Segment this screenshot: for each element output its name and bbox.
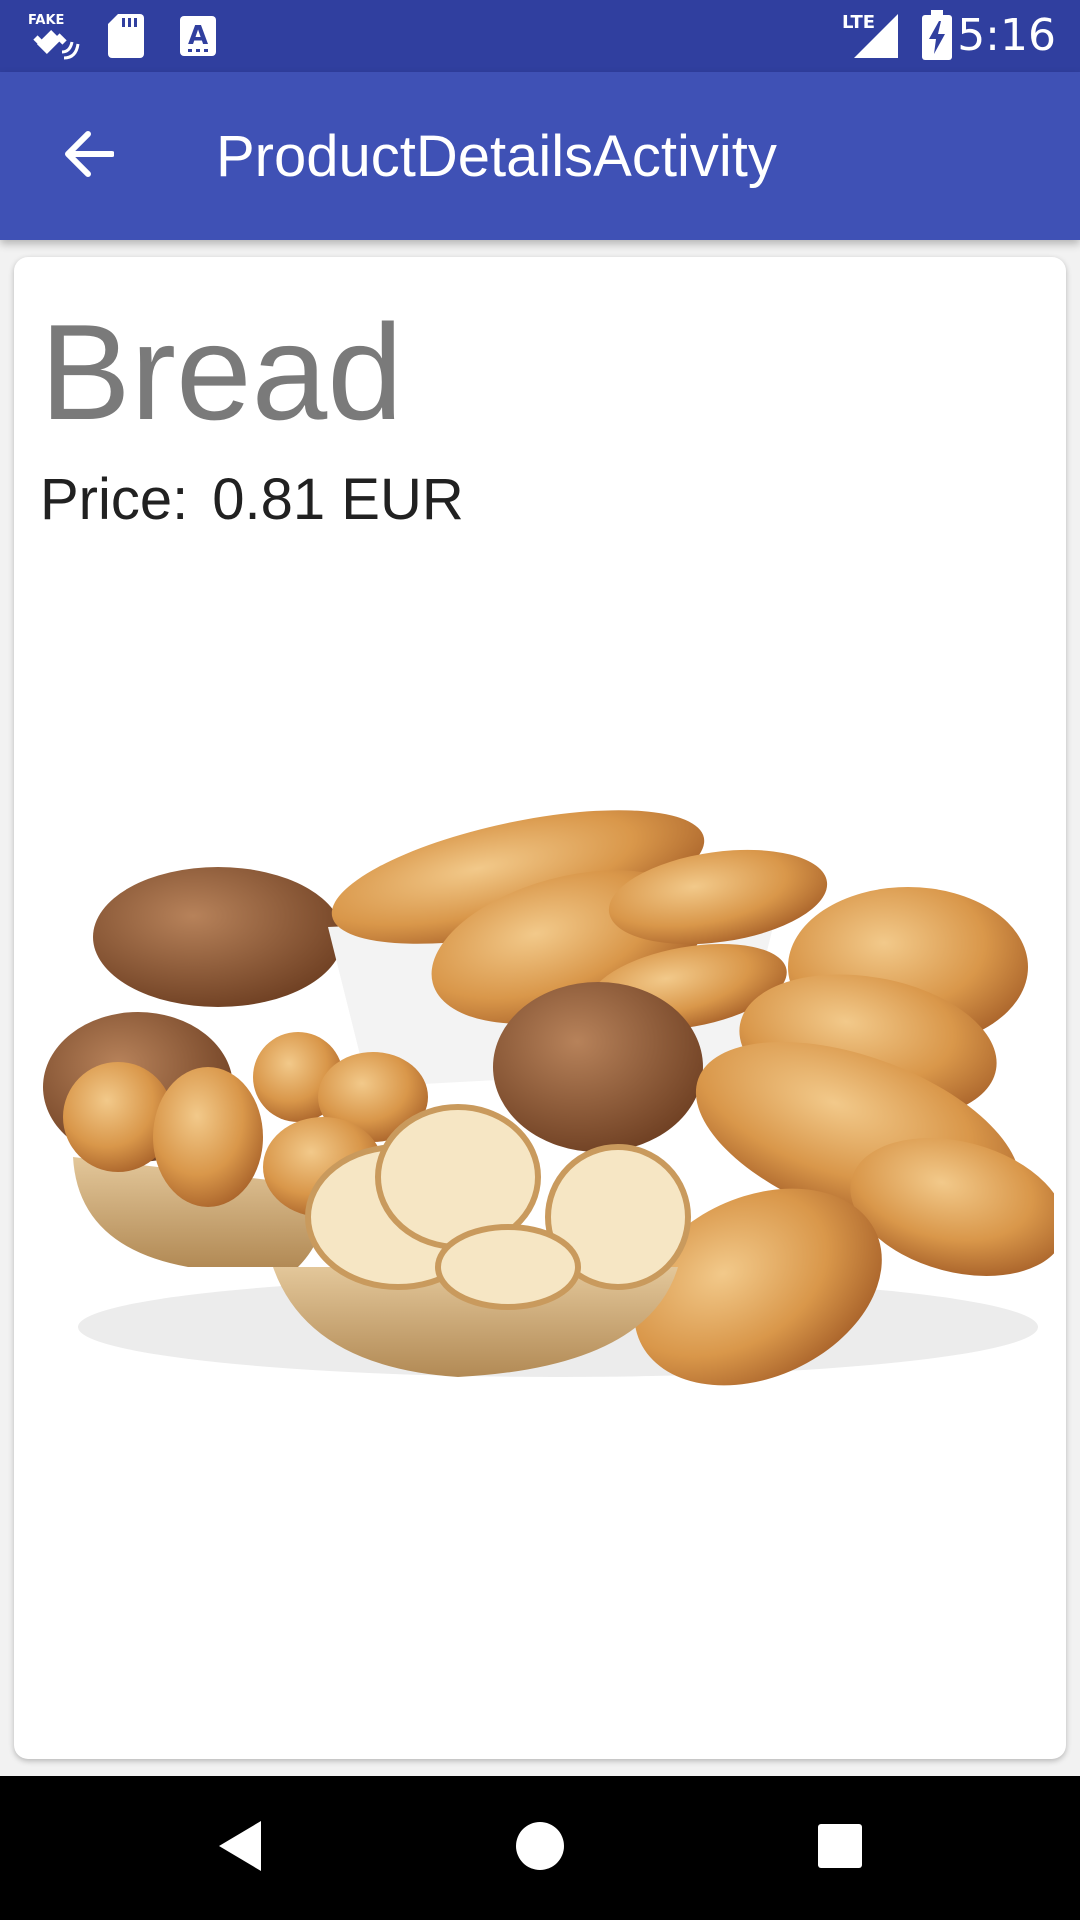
app-bar: ProductDetailsActivity [0, 72, 1080, 240]
nav-back-button[interactable] [200, 1808, 280, 1888]
back-triangle-icon [215, 1819, 265, 1877]
sd-card-icon [108, 14, 144, 62]
price-label: Price: [40, 467, 189, 532]
status-bar: FAKE A LTE 5:16 [0, 0, 1080, 72]
status-time: 5:16 [957, 10, 1056, 61]
lte-signal-icon: LTE [842, 10, 900, 64]
arrow-back-icon [62, 130, 115, 182]
price-row: Price: 0.81 EUR [40, 465, 464, 535]
back-button[interactable] [40, 108, 136, 204]
svg-text:LTE: LTE [842, 12, 875, 33]
home-circle-icon [514, 1820, 566, 1876]
svg-text:A: A [188, 21, 208, 51]
product-image [38, 767, 1066, 1387]
svg-text:FAKE: FAKE [28, 13, 64, 28]
recents-square-icon [816, 1822, 864, 1874]
page-title: ProductDetailsActivity [216, 124, 777, 189]
product-card: Bread Price: 0.81 EUR [14, 257, 1066, 1759]
battery-charging-icon [922, 10, 952, 64]
price-value: 0.81 EUR [212, 467, 464, 532]
product-name: Bread [40, 296, 403, 448]
navigation-bar [0, 1776, 1080, 1920]
fake-gps-icon: FAKE [28, 12, 80, 68]
nav-recents-button[interactable] [800, 1808, 880, 1888]
nav-home-button[interactable] [500, 1808, 580, 1888]
text-a-icon: A [180, 16, 216, 60]
